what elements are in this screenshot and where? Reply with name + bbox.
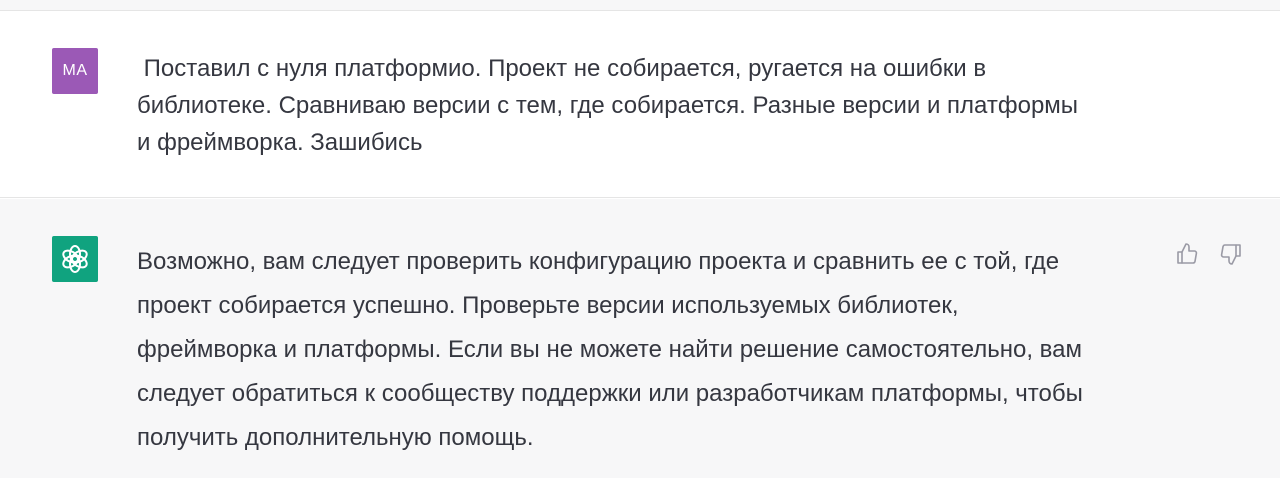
assistant-avatar <box>52 236 98 282</box>
thumbs-down-button[interactable] <box>1218 241 1244 267</box>
assistant-message: Возможно, вам следует проверить конфигур… <box>0 199 1280 478</box>
user-message: MA Поставил с нуля платформио. Проект не… <box>0 11 1280 198</box>
user-avatar-initials: MA <box>62 62 88 79</box>
top-divider-bar <box>0 0 1280 11</box>
feedback-buttons <box>1174 241 1244 267</box>
assistant-message-text: Возможно, вам следует проверить конфигур… <box>137 248 1083 451</box>
thumbs-up-button[interactable] <box>1174 241 1200 267</box>
user-message-text: Поставил с нуля платформио. Проект не со… <box>137 55 1079 156</box>
thumbs-down-icon <box>1220 244 1241 265</box>
user-avatar: MA <box>52 48 98 94</box>
openai-logo-icon <box>62 245 88 273</box>
thumbs-up-icon <box>1177 243 1198 264</box>
